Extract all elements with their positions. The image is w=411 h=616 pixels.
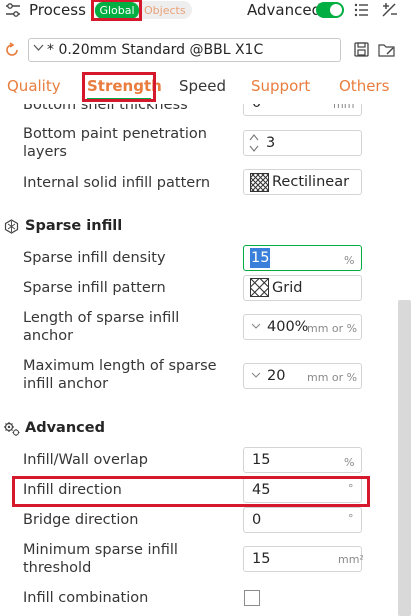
sparse-infill-anchor-max-value: 20 bbox=[267, 368, 286, 384]
sparse-infill-section-title: Sparse infill bbox=[25, 218, 123, 234]
chevron-down-icon[interactable] bbox=[251, 372, 261, 379]
rectilinear-pattern-icon bbox=[250, 173, 269, 192]
reset-preset-icon[interactable] bbox=[4, 42, 20, 58]
internal-solid-infill-pattern-value: Rectilinear bbox=[272, 174, 350, 190]
advanced-mode-label: Advanced bbox=[247, 1, 322, 19]
min-sparse-infill-threshold-unit: mm² bbox=[338, 553, 364, 566]
objects-toggle-button[interactable]: Objects bbox=[144, 2, 186, 19]
infill-combination-checkbox[interactable] bbox=[244, 590, 260, 606]
infill-wall-overlap-label: Infill/Wall overlap bbox=[23, 452, 148, 468]
settings-scrollbar[interactable] bbox=[398, 300, 411, 616]
bottom-paint-penetration-label: Bottom paint penetration layers bbox=[23, 126, 207, 160]
sparse-infill-density-label: Sparse infill density bbox=[23, 250, 166, 266]
min-sparse-infill-threshold-label: Minimum sparse infill threshold bbox=[23, 542, 178, 576]
panel-title: Process bbox=[29, 1, 86, 19]
tab-quality[interactable]: Quality bbox=[7, 76, 61, 96]
chevron-down-icon[interactable] bbox=[251, 323, 261, 330]
save-preset-icon[interactable] bbox=[354, 42, 369, 57]
sparse-infill-anchor-max-label: Maximum length of sparse infill anchor bbox=[23, 358, 217, 392]
infill-direction-highlight-box bbox=[12, 476, 370, 507]
bridge-direction-label: Bridge direction bbox=[23, 512, 139, 528]
sparse-infill-anchor-unit: mm or % bbox=[307, 322, 358, 335]
bottom-shell-thickness-label: Bottom shell thickness bbox=[23, 104, 188, 113]
global-highlight-box bbox=[91, 0, 142, 21]
bridge-direction-value: 0 bbox=[252, 512, 262, 528]
preset-value: * 0.20mm Standard @BBL X1C bbox=[47, 42, 264, 58]
bottom-shell-thickness-value: 0 bbox=[252, 104, 261, 113]
bottom-paint-penetration-value: 3 bbox=[266, 135, 276, 151]
chevron-down-icon bbox=[33, 44, 44, 52]
tab-support[interactable]: Support bbox=[251, 76, 310, 96]
sparse-infill-pattern-value: Grid bbox=[272, 280, 303, 296]
grid-pattern-icon bbox=[250, 278, 269, 297]
infill-wall-overlap-value: 15 bbox=[252, 452, 271, 468]
sparse-infill-section-icon bbox=[4, 219, 19, 234]
advanced-section-title: Advanced bbox=[25, 420, 105, 436]
gears-icon bbox=[3, 421, 21, 437]
edit-preset-icon[interactable] bbox=[378, 41, 396, 58]
infill-wall-overlap-unit: % bbox=[344, 456, 355, 469]
list-view-icon[interactable] bbox=[354, 3, 369, 17]
tab-others[interactable]: Others bbox=[339, 76, 389, 96]
infill-combination-label: Infill combination bbox=[23, 590, 149, 606]
sparse-infill-anchor-label: Length of sparse infill anchor bbox=[23, 310, 180, 344]
sparse-infill-pattern-label: Sparse infill pattern bbox=[23, 280, 166, 296]
spin-buttons-icon[interactable] bbox=[249, 133, 259, 153]
tab-speed[interactable]: Speed bbox=[179, 76, 226, 96]
process-header: Process Global Objects Advanced bbox=[0, 0, 411, 26]
sparse-infill-anchor-value: 400% bbox=[267, 319, 309, 335]
bottom-shell-thickness-unit: mm bbox=[333, 104, 355, 111]
bottom-paint-penetration-field[interactable] bbox=[243, 130, 362, 156]
advanced-mode-switch[interactable] bbox=[316, 2, 344, 18]
sparse-infill-density-unit: % bbox=[344, 254, 355, 267]
compare-settings-icon[interactable] bbox=[381, 2, 398, 18]
min-sparse-infill-threshold-value: 15 bbox=[252, 551, 271, 567]
sparse-infill-density-value: 15 bbox=[250, 248, 271, 268]
sparse-infill-anchor-max-unit: mm or % bbox=[307, 371, 358, 384]
strength-tab-highlight-box bbox=[82, 72, 156, 102]
process-settings-icon bbox=[5, 2, 21, 18]
bridge-direction-unit: ° bbox=[348, 512, 354, 525]
internal-solid-infill-pattern-label: Internal solid infill pattern bbox=[23, 175, 211, 191]
